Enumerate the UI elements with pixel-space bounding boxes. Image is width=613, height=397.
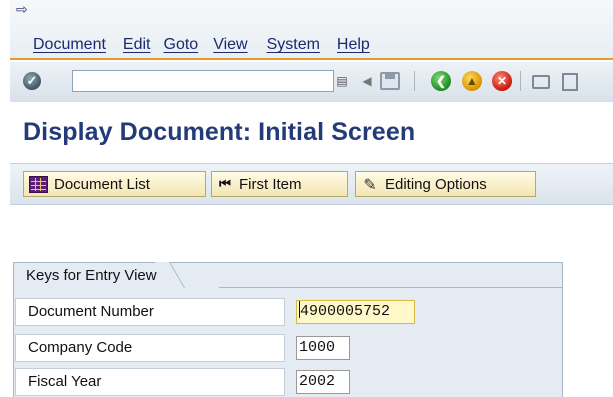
command-dropdown-icon[interactable]: ▤ [336, 71, 348, 91]
menu-document[interactable]: Document [33, 36, 106, 54]
first-item-button[interactable]: ⏮ First Item [211, 171, 348, 197]
standard-toolbar: ✓ ▤ ◀ ❮ ▲ ✕ [10, 62, 613, 102]
editing-options-label: Editing Options [385, 175, 487, 193]
fiscal-year-label: Fiscal Year [15, 368, 285, 396]
first-item-icon: ⏮ [219, 176, 231, 192]
save-icon[interactable] [380, 72, 400, 90]
document-number-label: Document Number [15, 298, 285, 326]
company-code-field[interactable]: 1000 [296, 336, 350, 360]
system-menu-icon[interactable]: ⇨ [16, 3, 32, 17]
cancel-icon[interactable]: ✕ [492, 71, 512, 91]
document-list-label: Document List [54, 175, 150, 193]
back-icon[interactable]: ❮ [431, 71, 451, 91]
menu-goto[interactable]: Goto [164, 36, 199, 54]
document-list-icon [29, 175, 48, 193]
find-icon[interactable] [562, 73, 578, 91]
menu-bar: ⇨ Document Edit Goto View System Help [10, 0, 613, 60]
first-item-label: First Item [239, 175, 302, 193]
enter-check-icon[interactable]: ✓ [23, 72, 41, 90]
menu-view[interactable]: View [213, 36, 247, 54]
menu-system[interactable]: System [267, 36, 320, 54]
editing-options-button[interactable]: ✎ Editing Options [355, 171, 536, 197]
command-field[interactable] [72, 70, 334, 92]
fiscal-year-value: 2002 [299, 373, 336, 390]
pencil-icon: ✎ [363, 174, 377, 194]
fiscal-year-field[interactable]: 2002 [296, 370, 350, 394]
company-code-value: 1000 [299, 339, 336, 356]
toolbar-separator [414, 71, 415, 91]
menu-edit[interactable]: Edit [123, 36, 151, 54]
group-divider [219, 287, 562, 288]
application-toolbar: Document List ⏮ First Item ✎ Editing Opt… [10, 163, 613, 205]
exit-icon[interactable]: ▲ [462, 71, 482, 91]
page-title: Display Document: Initial Screen [23, 118, 416, 146]
print-icon[interactable] [532, 75, 550, 89]
document-list-button[interactable]: Document List [23, 171, 206, 197]
menu-help[interactable]: Help [337, 36, 370, 54]
document-number-field[interactable]: 4900005752 [296, 300, 415, 324]
toolbar-separator [520, 71, 521, 91]
document-number-value: 4900005752 [300, 303, 391, 320]
group-title: Keys for Entry View [13, 262, 175, 288]
menu-items: Document Edit Goto View System Help [33, 36, 384, 54]
previous-arrow-icon[interactable]: ◀ [356, 70, 378, 92]
company-code-label: Company Code [15, 334, 285, 362]
